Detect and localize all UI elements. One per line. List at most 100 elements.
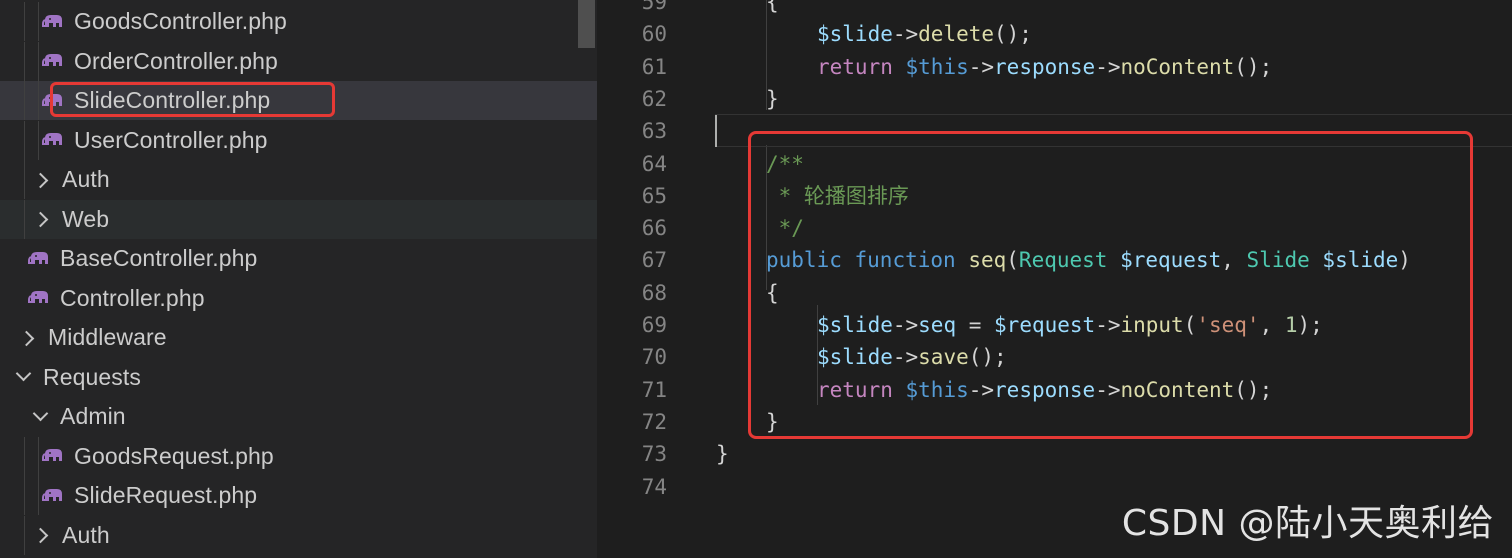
tree-item-label: BaseController.php	[60, 245, 258, 271]
code-token: delete	[918, 22, 995, 47]
current-line-border	[715, 114, 1512, 115]
php-elephant-icon	[42, 449, 62, 461]
indent-guide	[24, 81, 25, 120]
code-text: }	[716, 438, 729, 470]
code-token: return	[817, 54, 893, 79]
tree-item-requests[interactable]: Requests	[0, 358, 597, 397]
line-number: 71	[641, 377, 667, 402]
tree-item-label: SlideRequest.php	[74, 482, 258, 508]
php-elephant-icon	[42, 14, 62, 27]
indent-guide	[24, 199, 25, 239]
tree-item-label: UserController.php	[74, 126, 268, 153]
php-elephant-icon	[42, 488, 62, 501]
code-line[interactable]: 61 return $this->response->noContent();	[597, 51, 1512, 83]
code-text: $slide->delete();	[817, 18, 1032, 50]
tree-item-label: Controller.php	[60, 284, 205, 311]
line-number: 67	[641, 248, 667, 273]
tree-item-goodsrequest-php[interactable]: GoodsRequest.php	[0, 436, 597, 476]
indent-guide	[24, 515, 25, 555]
code-line[interactable]: 59 {	[597, 0, 1512, 18]
line-number: 73	[641, 442, 667, 467]
tree-item-label: Admin	[60, 403, 126, 429]
line-number: 64	[641, 151, 667, 176]
indent-guide	[38, 41, 39, 81]
chevron-right-icon[interactable]	[35, 212, 49, 226]
php-elephant-icon	[42, 54, 62, 66]
code-token: ();	[994, 22, 1032, 47]
chevron-down-icon[interactable]	[33, 410, 47, 424]
code-token: $slide	[817, 22, 893, 47]
line-number: 66	[641, 216, 667, 241]
indent-guide	[766, 0, 767, 110]
line-number: 61	[641, 54, 667, 79]
code-token: }	[766, 86, 779, 111]
code-token: ();	[1234, 54, 1273, 79]
tree-item-label: GoodsController.php	[74, 8, 287, 34]
indent-guide	[24, 476, 25, 515]
tree-item-admin[interactable]: Admin	[0, 397, 597, 436]
chevron-right-icon[interactable]	[35, 173, 49, 187]
tree-item-basecontroller-php[interactable]: BaseController.php	[0, 239, 597, 278]
line-number: 72	[641, 409, 667, 434]
tree-item-middleware[interactable]: Middleware	[0, 318, 597, 357]
line-number: 74	[641, 474, 667, 499]
code-token: noContent	[1120, 54, 1235, 79]
sidebar-scrollbar-thumb[interactable]	[578, 0, 595, 48]
tree-item-label: Web	[62, 205, 110, 232]
code-token: response	[994, 54, 1096, 79]
indent-guide	[38, 2, 39, 41]
watermark: CSDN @陆小天奥利给	[1121, 503, 1494, 544]
code-token: ->	[892, 22, 919, 47]
indent-guide	[24, 41, 25, 81]
chevron-down-icon[interactable]	[16, 370, 30, 384]
line-number: 69	[641, 313, 667, 337]
file-explorer-sidebar: GoodsController.php OrderController.php Sl…	[0, 0, 597, 558]
code-text: }	[766, 83, 779, 115]
tree-item-label: Auth	[62, 521, 110, 548]
indent-guide	[24, 160, 25, 199]
line-number: 62	[641, 86, 667, 111]
tree-item-goodscontroller-php[interactable]: GoodsController.php	[0, 2, 597, 41]
tree-item-label: Auth	[62, 166, 110, 192]
code-text: return $this->response->noContent();	[817, 51, 1272, 83]
line-number: 70	[641, 345, 667, 370]
line-number: 65	[641, 183, 667, 208]
text-cursor	[715, 115, 717, 147]
tree-item-label: Requests	[43, 363, 141, 390]
indent-guide	[24, 436, 25, 476]
code-token: {	[766, 0, 779, 14]
tree-item-label: Middleware	[48, 324, 167, 350]
php-elephant-icon	[28, 251, 48, 264]
code-token: $this	[905, 54, 969, 79]
indent-guide	[38, 436, 39, 476]
code-line[interactable]: 62}	[597, 83, 1512, 115]
tree-item-controller-php[interactable]: Controller.php	[0, 279, 597, 318]
tree-item-auth[interactable]: Auth	[0, 160, 597, 199]
php-elephant-icon	[28, 291, 48, 303]
indent-guide	[38, 120, 39, 160]
chevron-right-icon[interactable]	[21, 331, 35, 345]
indent-guide	[24, 120, 25, 160]
code-line[interactable]: 73}	[597, 438, 1512, 470]
line-number: 59	[641, 0, 667, 14]
indent-guide	[24, 2, 25, 41]
code-text: {	[766, 0, 779, 18]
annotation-highlight-box	[50, 82, 335, 117]
code-token: ->	[1095, 54, 1121, 79]
indent-guide	[38, 476, 39, 515]
code-line[interactable]: 60 $slide->delete();	[597, 18, 1512, 50]
tree-item-label: GoodsRequest.php	[74, 442, 274, 469]
tree-item-sliderequest-php[interactable]: SlideRequest.php	[0, 476, 597, 515]
tree-item-label: OrderController.php	[74, 47, 278, 74]
line-number: 63	[641, 119, 667, 144]
tree-item-usercontroller-php[interactable]: UserController.php	[0, 120, 597, 160]
code-token: }	[716, 442, 729, 467]
line-number: 68	[641, 280, 667, 305]
annotation-code-box	[748, 131, 1473, 439]
tree-item-auth[interactable]: Auth	[0, 515, 597, 555]
indent-guide	[38, 81, 39, 120]
tree-item-ordercontroller-php[interactable]: OrderController.php	[0, 41, 597, 81]
tree-item-web[interactable]: Web	[0, 199, 597, 239]
chevron-right-icon[interactable]	[35, 528, 49, 542]
